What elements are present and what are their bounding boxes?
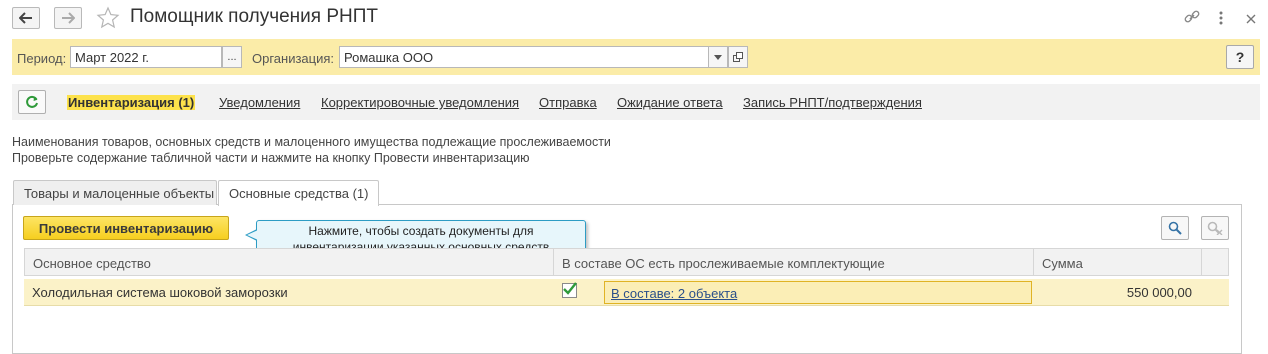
refresh-icon bbox=[26, 95, 38, 108]
column-traceable-components[interactable]: В составе ОС есть прослеживаемые комплек… bbox=[562, 256, 885, 271]
window-title: Помощник получения РНПТ bbox=[130, 6, 379, 27]
components-link[interactable]: В составе: 2 объекта bbox=[611, 286, 737, 301]
organization-label: Организация: bbox=[252, 51, 335, 66]
tab-awaiting-response[interactable]: Ожидание ответа bbox=[617, 95, 723, 110]
info-text-line-2: Проверьте содержание табличной части и н… bbox=[12, 151, 530, 165]
more-menu-icon[interactable] bbox=[1218, 10, 1224, 29]
info-text-line-1: Наименования товаров, основных средств и… bbox=[12, 135, 611, 149]
organization-field[interactable]: Ромашка ООО bbox=[339, 46, 709, 68]
column-sum[interactable]: Сумма bbox=[1042, 256, 1083, 271]
filter-bar: Период: Март 2022 г. ... Организация: Ро… bbox=[12, 39, 1260, 75]
tab-rnpt-record[interactable]: Запись РНПТ/подтверждения bbox=[743, 95, 922, 110]
checkmark-icon bbox=[563, 282, 577, 295]
conduct-inventory-button[interactable]: Провести инвентаризацию bbox=[23, 216, 229, 240]
refresh-button[interactable] bbox=[18, 90, 46, 114]
period-field[interactable]: Март 2022 г. bbox=[70, 46, 222, 68]
organization-dropdown-button[interactable] bbox=[708, 46, 728, 68]
open-form-icon bbox=[733, 52, 743, 62]
tab-inventory[interactable]: Инвентаризация (1) bbox=[67, 95, 196, 110]
tab-fixed-assets[interactable]: Основные средства (1) bbox=[218, 180, 379, 206]
search-icon bbox=[1168, 221, 1182, 235]
tab-goods[interactable]: Товары и малоценные объекты bbox=[13, 180, 217, 205]
search-button[interactable] bbox=[1161, 216, 1189, 240]
chevron-down-icon bbox=[714, 54, 722, 60]
favorite-star-icon[interactable] bbox=[96, 6, 120, 33]
close-icon[interactable] bbox=[1246, 12, 1256, 27]
tab-correction-notifications[interactable]: Корректировочные уведомления bbox=[321, 95, 519, 110]
period-label: Период: bbox=[17, 51, 67, 66]
tooltip-line-1: Нажмите, чтобы создать документы для bbox=[308, 224, 534, 238]
arrow-right-icon bbox=[62, 12, 75, 24]
sum-cell: 550 000,00 bbox=[1126, 285, 1192, 300]
table-header: Основное средство В составе ОС есть прос… bbox=[24, 248, 1229, 276]
asset-name-cell: Холодильная система шоковой заморозки bbox=[32, 285, 288, 300]
has-components-checkbox[interactable] bbox=[562, 282, 577, 298]
forward-button[interactable] bbox=[54, 7, 82, 29]
tab-notifications[interactable]: Уведомления bbox=[219, 95, 300, 110]
help-button[interactable]: ? bbox=[1226, 45, 1254, 69]
arrow-left-icon bbox=[19, 12, 32, 24]
column-fixed-asset[interactable]: Основное средство bbox=[33, 256, 151, 271]
clear-search-icon bbox=[1207, 221, 1223, 235]
organization-open-button[interactable] bbox=[728, 46, 748, 68]
components-link-cell[interactable]: В составе: 2 объекта bbox=[604, 281, 1032, 304]
period-choose-button[interactable]: ... bbox=[222, 46, 242, 68]
link-icon[interactable] bbox=[1183, 8, 1201, 29]
back-button[interactable] bbox=[12, 7, 40, 29]
clear-search-button[interactable] bbox=[1201, 216, 1229, 240]
section-tabs-bar: Инвентаризация (1) Уведомления Корректир… bbox=[12, 84, 1260, 120]
tab-sending[interactable]: Отправка bbox=[539, 95, 597, 110]
table-row[interactable]: Холодильная система шоковой заморозки В … bbox=[24, 279, 1229, 306]
